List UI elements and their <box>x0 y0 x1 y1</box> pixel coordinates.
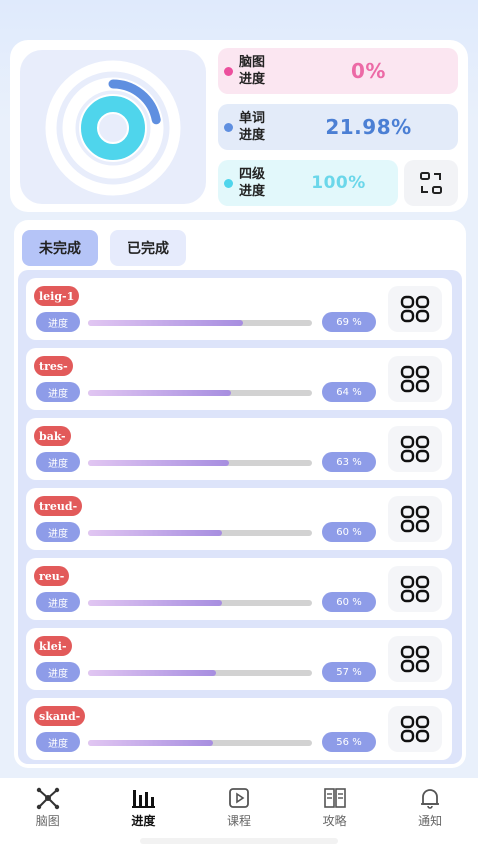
progress-label: 进度 <box>36 312 80 332</box>
switch-icon <box>420 172 442 194</box>
cet4-dot-icon <box>224 178 233 188</box>
word-label-2: 进度 <box>239 128 266 143</box>
grid-icon <box>400 365 430 393</box>
progress-label: 进度 <box>36 732 80 752</box>
progress-label: 进度 <box>36 382 80 402</box>
root-tag: leig-1 <box>34 286 80 306</box>
progress-percent: 63 % <box>322 452 376 472</box>
progress-percent: 64 % <box>322 382 376 402</box>
progress-percent: 69 % <box>322 312 376 332</box>
nav-item-notify[interactable]: 通知 <box>382 778 478 850</box>
nav-label: 课程 <box>226 814 251 828</box>
play-icon <box>229 788 249 808</box>
word-progress-value: 21.98% <box>325 115 412 139</box>
list-item[interactable]: skand- 进度 56 % <box>26 698 452 760</box>
list-item[interactable]: leig-1 进度 69 % <box>26 278 452 340</box>
home-indicator <box>140 838 338 844</box>
word-dot-icon <box>224 122 233 132</box>
bar-chart-icon <box>132 790 156 808</box>
root-tag: bak- <box>34 426 71 446</box>
list-item[interactable]: reu- 进度 60 % <box>26 558 452 620</box>
progress-label: 进度 <box>36 452 80 472</box>
detail-button[interactable] <box>388 286 442 332</box>
root-tag: skand- <box>34 706 86 726</box>
progress-track <box>88 740 312 746</box>
root-tag: tres- <box>34 356 73 376</box>
progress-percent: 60 % <box>322 522 376 542</box>
detail-button[interactable] <box>388 496 442 542</box>
progress-percent: 56 % <box>322 732 376 752</box>
ring-chart-svg <box>45 60 181 196</box>
progress-fill <box>88 740 214 746</box>
brain-dot-icon <box>224 66 233 76</box>
progress-fill <box>88 530 223 536</box>
detail-button[interactable] <box>388 566 442 612</box>
progress-fill <box>88 390 232 396</box>
nav-label: 攻略 <box>322 814 347 828</box>
cet4-label-2: 进度 <box>239 184 266 199</box>
grid-icon <box>400 575 430 603</box>
root-tag: klei- <box>34 636 72 656</box>
mindmap-icon <box>36 787 59 810</box>
detail-button[interactable] <box>388 706 442 752</box>
detail-button[interactable] <box>388 636 442 682</box>
tab-complete[interactable]: 已完成 <box>110 230 186 266</box>
word-label-1: 单词 <box>239 111 266 126</box>
progress-percent: 57 % <box>322 662 376 682</box>
progress-label: 进度 <box>36 592 80 612</box>
nav-label: 通知 <box>418 814 443 828</box>
progress-track <box>88 460 312 466</box>
progress-track <box>88 320 312 326</box>
progress-fill <box>88 460 230 466</box>
progress-percent: 60 % <box>322 592 376 612</box>
progress-list-panel: 未完成 已完成 leig-1 进度 69 % tres- 进度 64 % bak… <box>14 220 466 768</box>
nav-label: 进度 <box>131 814 156 828</box>
root-tag: treud- <box>34 496 83 516</box>
grid-icon <box>400 435 430 463</box>
list-item[interactable]: bak- 进度 63 % <box>26 418 452 480</box>
brain-label-1: 脑图 <box>239 55 266 70</box>
brain-progress-value: 0% <box>351 59 386 83</box>
stats-card: 脑图 进度 0% 单词 进度 21.98% 四级 进度 100% <box>10 40 468 212</box>
cet4-progress-stat: 四级进度 100% <box>218 160 398 206</box>
grid-icon <box>400 645 430 673</box>
list-item[interactable]: klei- 进度 57 % <box>26 628 452 690</box>
root-tag: reu- <box>34 566 70 586</box>
progress-list: leig-1 进度 69 % tres- 进度 64 % bak- 进度 63 … <box>18 270 462 764</box>
brain-progress-stat: 脑图进度 0% <box>218 48 458 94</box>
word-progress-stat: 单词进度 21.98% <box>218 104 458 150</box>
brain-label-2: 进度 <box>239 72 266 87</box>
progress-ring-chart <box>20 50 206 204</box>
detail-button[interactable] <box>388 356 442 402</box>
bell-icon <box>421 789 440 809</box>
list-item[interactable]: tres- 进度 64 % <box>26 348 452 410</box>
grid-icon <box>400 505 430 533</box>
detail-button[interactable] <box>388 426 442 472</box>
progress-track <box>88 530 312 536</box>
nav-item-mindmap[interactable]: 脑图 <box>0 778 96 850</box>
grid-icon <box>400 295 430 323</box>
progress-fill <box>88 320 243 326</box>
grid-icon <box>400 715 430 743</box>
switch-view-button[interactable] <box>404 160 458 206</box>
progress-fill <box>88 670 216 676</box>
progress-track <box>88 600 312 606</box>
tab-incomplete[interactable]: 未完成 <box>22 230 98 266</box>
cet4-progress-value: 100% <box>311 173 366 193</box>
cet4-label-1: 四级 <box>239 167 266 182</box>
progress-track <box>88 390 312 396</box>
progress-label: 进度 <box>36 522 80 542</box>
inner-ring-arc <box>81 96 145 160</box>
progress-label: 进度 <box>36 662 80 682</box>
nav-label: 脑图 <box>35 814 60 828</box>
progress-track <box>88 670 312 676</box>
book-icon <box>323 788 346 808</box>
progress-fill <box>88 600 223 606</box>
list-item[interactable]: treud- 进度 60 % <box>26 488 452 550</box>
